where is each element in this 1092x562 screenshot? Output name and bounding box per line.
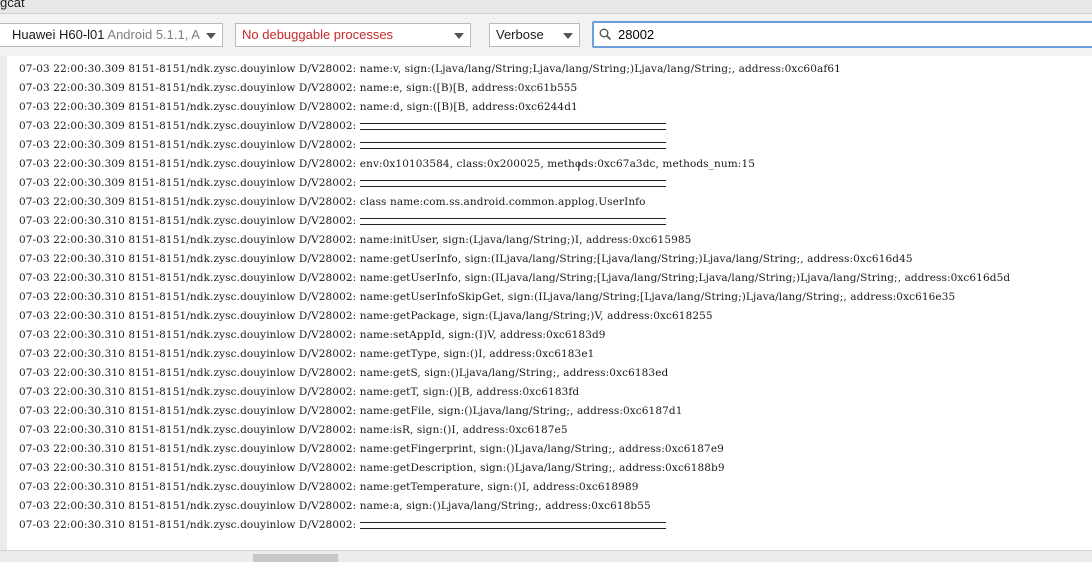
panel-title: gcat	[0, 0, 25, 10]
log-line-message: name:setAppId, sign:(I)V, address:0xc618…	[359, 329, 606, 341]
log-line-prefix: 07-03 22:00:30.310 8151-8151/ndk.zysc.do…	[19, 348, 357, 360]
log-line[interactable]: 07-03 22:00:30.309 8151-8151/ndk.zysc.do…	[19, 60, 841, 79]
process-dropdown-value: No debuggable processes	[242, 27, 394, 42]
log-line-message: name:isR, sign:()I, address:0xc6187e5	[359, 424, 568, 436]
log-line-message: name:a, sign:()Ljava/lang/String;, addre…	[359, 500, 651, 512]
log-line-prefix: 07-03 22:00:30.309 8151-8151/ndk.zysc.do…	[19, 139, 357, 151]
log-line[interactable]: 07-03 22:00:30.310 8151-8151/ndk.zysc.do…	[19, 516, 667, 535]
chevron-down-icon	[454, 33, 464, 39]
log-line[interactable]: 07-03 22:00:30.310 8151-8151/ndk.zysc.do…	[19, 307, 713, 326]
log-line-prefix: 07-03 22:00:30.310 8151-8151/ndk.zysc.do…	[19, 386, 357, 398]
log-line[interactable]: 07-03 22:00:30.310 8151-8151/ndk.zysc.do…	[19, 497, 651, 516]
log-line-prefix: 07-03 22:00:30.310 8151-8151/ndk.zysc.do…	[19, 253, 357, 265]
log-line-message: name:getPackage, sign:(Ljava/lang/String…	[359, 310, 713, 322]
log-line-prefix: 07-03 22:00:30.310 8151-8151/ndk.zysc.do…	[19, 405, 357, 417]
log-line[interactable]: 07-03 22:00:30.309 8151-8151/ndk.zysc.do…	[19, 136, 667, 155]
log-line-prefix: 07-03 22:00:30.310 8151-8151/ndk.zysc.do…	[19, 443, 357, 455]
device-detail: Android 5.1.1, A	[107, 27, 200, 42]
log-line-prefix: 07-03 22:00:30.309 8151-8151/ndk.zysc.do…	[19, 177, 357, 189]
log-line-prefix: 07-03 22:00:30.310 8151-8151/ndk.zysc.do…	[19, 462, 357, 474]
log-line-message: name:getType, sign:()I, address:0xc6183e…	[359, 348, 595, 360]
log-line-prefix: 07-03 22:00:30.309 8151-8151/ndk.zysc.do…	[19, 120, 357, 132]
log-line-prefix: 07-03 22:00:30.310 8151-8151/ndk.zysc.do…	[19, 291, 357, 303]
log-line-prefix: 07-03 22:00:30.310 8151-8151/ndk.zysc.do…	[19, 519, 357, 531]
log-line[interactable]: 07-03 22:00:30.310 8151-8151/ndk.zysc.do…	[19, 288, 955, 307]
log-line[interactable]: 07-03 22:00:30.310 8151-8151/ndk.zysc.do…	[19, 440, 724, 459]
log-level-dropdown[interactable]: Verbose	[489, 23, 580, 47]
log-line[interactable]: 07-03 22:00:30.310 8151-8151/ndk.zysc.do…	[19, 402, 683, 421]
log-line-message: name:getTemperature, sign:()I, address:0…	[359, 481, 639, 493]
log-line[interactable]: 07-03 22:00:30.310 8151-8151/ndk.zysc.do…	[19, 250, 913, 269]
log-line[interactable]: 07-03 22:00:30.310 8151-8151/ndk.zysc.do…	[19, 383, 579, 402]
device-name: Huawei H60-l01	[12, 27, 105, 42]
log-line-prefix: 07-03 22:00:30.310 8151-8151/ndk.zysc.do…	[19, 329, 357, 341]
log-line[interactable]: 07-03 22:00:30.310 8151-8151/ndk.zysc.do…	[19, 459, 725, 478]
log-line-prefix: 07-03 22:00:30.309 8151-8151/ndk.zysc.do…	[19, 196, 357, 208]
log-line-prefix: 07-03 22:00:30.309 8151-8151/ndk.zysc.do…	[19, 101, 357, 113]
log-line[interactable]: 07-03 22:00:30.310 8151-8151/ndk.zysc.do…	[19, 421, 568, 440]
log-separator-rule	[360, 141, 667, 149]
log-line[interactable]: 07-03 22:00:30.310 8151-8151/ndk.zysc.do…	[19, 326, 606, 345]
text-cursor-icon: I	[577, 160, 581, 174]
logcat-toolbar: Huawei H60-l01 Android 5.1.1, A No debug…	[0, 14, 1092, 56]
log-line-message: name:v, sign:(Ljava/lang/String;Ljava/la…	[359, 63, 841, 75]
log-line-message: name:initUser, sign:(Ljava/lang/String;)…	[359, 234, 692, 246]
search-box[interactable]	[592, 21, 1092, 48]
log-line[interactable]: 07-03 22:00:30.309 8151-8151/ndk.zysc.do…	[19, 117, 667, 136]
left-gutter	[0, 56, 7, 550]
log-line[interactable]: 07-03 22:00:30.309 8151-8151/ndk.zysc.do…	[19, 98, 578, 117]
log-line-message: name:getUserInfo, sign:(ILjava/lang/Stri…	[359, 272, 1011, 284]
log-line-prefix: 07-03 22:00:30.310 8151-8151/ndk.zysc.do…	[19, 500, 357, 512]
log-line-prefix: 07-03 22:00:30.310 8151-8151/ndk.zysc.do…	[19, 424, 357, 436]
log-line-message: name:getUserInfoSkipGet, sign:(ILjava/la…	[359, 291, 956, 303]
log-level-value: Verbose	[496, 27, 544, 42]
log-line-prefix: 07-03 22:00:30.310 8151-8151/ndk.zysc.do…	[19, 481, 357, 493]
log-line[interactable]: 07-03 22:00:30.310 8151-8151/ndk.zysc.do…	[19, 212, 667, 231]
process-dropdown[interactable]: No debuggable processes	[235, 23, 471, 47]
device-dropdown[interactable]: Huawei H60-l01 Android 5.1.1, A	[0, 23, 223, 47]
panel-title-bar: gcat	[0, 0, 1092, 14]
device-dropdown-text: Huawei H60-l01 Android 5.1.1, A	[12, 24, 200, 46]
log-line[interactable]: 07-03 22:00:30.310 8151-8151/ndk.zysc.do…	[19, 231, 691, 250]
log-line-message: class name:com.ss.android.common.applog.…	[359, 196, 646, 208]
log-line-prefix: 07-03 22:00:30.310 8151-8151/ndk.zysc.do…	[19, 272, 357, 284]
log-line-message: env:0x10103584, class:0x200025, methods:…	[359, 158, 756, 170]
log-line-prefix: 07-03 22:00:30.309 8151-8151/ndk.zysc.do…	[19, 158, 357, 170]
log-line-message: name:getFile, sign:()Ljava/lang/String;,…	[359, 405, 683, 417]
log-line-prefix: 07-03 22:00:30.310 8151-8151/ndk.zysc.do…	[19, 215, 357, 227]
chevron-down-icon	[563, 33, 573, 39]
search-icon[interactable]	[599, 28, 612, 41]
log-line-prefix: 07-03 22:00:30.310 8151-8151/ndk.zysc.do…	[19, 310, 357, 322]
log-line-message: name:d, sign:([B)[B, address:0xc6244d1	[359, 101, 578, 113]
log-separator-rule	[360, 521, 667, 529]
log-line-prefix: 07-03 22:00:30.310 8151-8151/ndk.zysc.do…	[19, 234, 357, 246]
chevron-down-icon	[206, 33, 216, 39]
log-line-message: name:getT, sign:()[B, address:0xc6183fd	[359, 386, 580, 398]
log-line[interactable]: 07-03 22:00:30.310 8151-8151/ndk.zysc.do…	[19, 345, 594, 364]
log-output[interactable]: 07-03 22:00:30.309 8151-8151/ndk.zysc.do…	[7, 56, 1092, 550]
log-line[interactable]: 07-03 22:00:30.309 8151-8151/ndk.zysc.do…	[19, 79, 577, 98]
log-line-message: name:getS, sign:()Ljava/lang/String;, ad…	[359, 367, 669, 379]
log-line-message: name:getUserInfo, sign:(ILjava/lang/Stri…	[359, 253, 913, 265]
log-line[interactable]: 07-03 22:00:30.310 8151-8151/ndk.zysc.do…	[19, 269, 1010, 288]
log-line-prefix: 07-03 22:00:30.309 8151-8151/ndk.zysc.do…	[19, 82, 357, 94]
log-line-prefix: 07-03 22:00:30.309 8151-8151/ndk.zysc.do…	[19, 63, 357, 75]
log-separator-rule	[360, 217, 667, 225]
log-line-message: name:getDescription, sign:()Ljava/lang/S…	[359, 462, 725, 474]
log-separator-rule	[360, 122, 667, 130]
bottom-tool-window-bar	[0, 550, 1092, 562]
log-line[interactable]: 07-03 22:00:30.310 8151-8151/ndk.zysc.do…	[19, 364, 668, 383]
log-line[interactable]: 07-03 22:00:30.309 8151-8151/ndk.zysc.do…	[19, 193, 646, 212]
log-line-message: name:getFingerprint, sign:()Ljava/lang/S…	[359, 443, 724, 455]
log-line-message: name:e, sign:([B)[B, address:0xc61b555	[359, 82, 578, 94]
log-line[interactable]: 07-03 22:00:30.309 8151-8151/ndk.zysc.do…	[19, 155, 755, 174]
log-separator-rule	[360, 179, 667, 187]
log-line[interactable]: 07-03 22:00:30.309 8151-8151/ndk.zysc.do…	[19, 174, 667, 193]
log-line-prefix: 07-03 22:00:30.310 8151-8151/ndk.zysc.do…	[19, 367, 357, 379]
log-line[interactable]: 07-03 22:00:30.310 8151-8151/ndk.zysc.do…	[19, 478, 639, 497]
search-input[interactable]	[618, 25, 1088, 44]
